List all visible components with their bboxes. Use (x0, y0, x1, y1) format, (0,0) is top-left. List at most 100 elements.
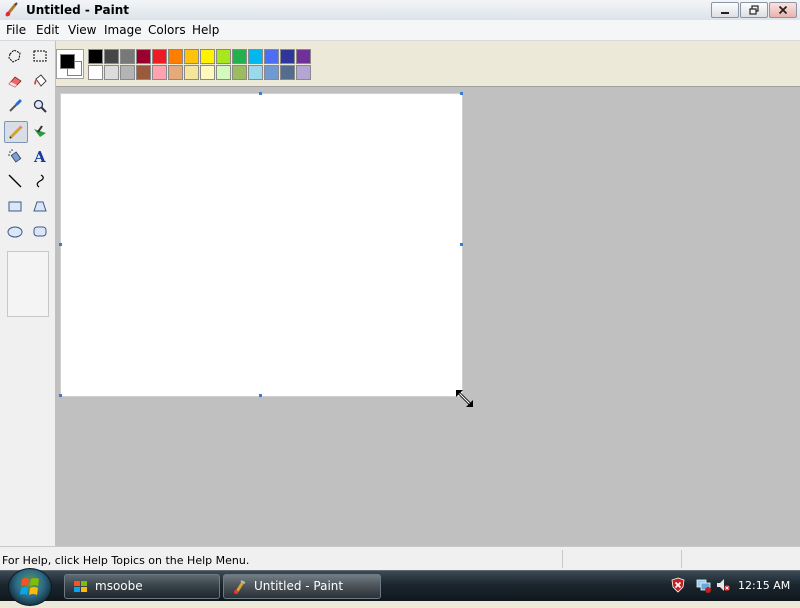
curve-icon (36, 174, 44, 188)
taskbar-item-paint[interactable]: Untitled - Paint (223, 574, 381, 599)
color-swatch[interactable] (264, 49, 279, 64)
color-swatch[interactable] (216, 65, 231, 80)
workspace (56, 86, 800, 547)
color-swatch[interactable] (168, 49, 183, 64)
color-swatch[interactable] (248, 49, 263, 64)
taskbar-item-label: Untitled - Paint (254, 579, 344, 593)
paint-app-icon (4, 2, 20, 18)
tool-ellipse[interactable] (4, 221, 26, 241)
color-swatch[interactable] (88, 65, 103, 80)
color-picker-icon (9, 99, 22, 112)
color-palette (56, 41, 316, 85)
clock[interactable]: 12:15 AM (738, 579, 790, 592)
tool-brush[interactable] (29, 121, 51, 141)
color-swatch[interactable] (248, 65, 263, 80)
menu-image[interactable]: Image (104, 23, 142, 37)
color-swatch[interactable] (104, 49, 119, 64)
canvas-handle-top (259, 92, 262, 95)
menu-bar: File Edit View Image Colors Help (0, 20, 800, 41)
eraser-icon (8, 76, 22, 88)
magnifier-icon (33, 99, 47, 113)
color-swatch[interactable] (136, 65, 151, 80)
color-swatch[interactable] (296, 65, 311, 80)
taskbar-item-msoobe[interactable]: msoobe (64, 574, 220, 599)
toolbox: A (0, 41, 56, 546)
free-form-select-icon (8, 49, 21, 63)
canvas-handle-bottom[interactable] (259, 394, 262, 397)
status-divider (562, 550, 563, 568)
airbrush-icon (8, 149, 22, 163)
color-swatch[interactable] (120, 65, 135, 80)
color-swatch[interactable] (296, 49, 311, 64)
minimize-button[interactable] (711, 2, 739, 18)
tool-fill[interactable] (29, 71, 51, 91)
color-swatch[interactable] (232, 49, 247, 64)
window-title: Untitled - Paint (26, 3, 130, 17)
color-swatch[interactable] (88, 49, 103, 64)
color-swatch[interactable] (264, 65, 279, 80)
canvas-handle-bottom-left (59, 394, 62, 397)
taskbar-item-label: msoobe (95, 579, 143, 593)
status-help-text: For Help, click Help Topics on the Help … (2, 554, 250, 567)
system-tray: 12:15 AM (664, 571, 800, 601)
tool-options-panel[interactable] (7, 251, 49, 317)
windows-icon (73, 579, 89, 595)
color-swatch[interactable] (200, 49, 215, 64)
status-bar: For Help, click Help Topics on the Help … (0, 546, 800, 571)
tool-eraser[interactable] (4, 71, 26, 91)
color-swatch[interactable] (184, 49, 199, 64)
canvas-handle-left (59, 243, 62, 246)
menu-help[interactable]: Help (192, 23, 219, 37)
volume-muted-icon[interactable] (715, 577, 731, 593)
color-swatch[interactable] (104, 65, 119, 80)
drawing-canvas[interactable] (60, 93, 463, 397)
line-icon (8, 174, 22, 188)
color-swatch[interactable] (152, 49, 167, 64)
rectangle-icon (8, 201, 22, 212)
tool-rounded-rectangle[interactable] (29, 221, 51, 241)
color-swatch[interactable] (136, 49, 151, 64)
security-alert-icon[interactable] (670, 577, 686, 593)
color-swatch[interactable] (184, 65, 199, 80)
canvas-handle-right[interactable] (460, 243, 463, 246)
tool-pencil[interactable] (4, 121, 28, 143)
select-icon (33, 50, 47, 62)
tool-free-form-select[interactable] (4, 46, 26, 66)
status-divider (681, 550, 682, 568)
color-swatch[interactable] (216, 49, 231, 64)
network-icon[interactable] (696, 577, 712, 593)
taskbar: msoobe Untitled - Paint 12:15 AM (0, 568, 800, 606)
tool-line[interactable] (4, 171, 26, 191)
menu-edit[interactable]: Edit (36, 23, 59, 37)
rounded-rectangle-icon (33, 226, 47, 237)
color-swatch[interactable] (232, 65, 247, 80)
color-swatch[interactable] (168, 65, 183, 80)
tool-curve[interactable] (29, 171, 51, 191)
color-swatch[interactable] (120, 49, 135, 64)
tool-polygon[interactable] (29, 196, 51, 216)
color-swatch[interactable] (280, 65, 295, 80)
close-button[interactable] (769, 2, 797, 18)
close-icon (778, 5, 788, 15)
svg-text:A: A (33, 148, 46, 164)
start-button[interactable] (8, 568, 52, 606)
tool-text[interactable]: A (29, 146, 51, 166)
tool-magnifier[interactable] (29, 96, 51, 116)
title-bar[interactable]: Untitled - Paint (0, 0, 800, 21)
tool-color-picker[interactable] (4, 96, 26, 116)
menu-colors[interactable]: Colors (148, 23, 186, 37)
text-icon: A (33, 148, 46, 164)
tool-rectangle[interactable] (4, 196, 26, 216)
menu-file[interactable]: File (6, 23, 26, 37)
color-swatch[interactable] (152, 65, 167, 80)
color-swatch[interactable] (280, 49, 295, 64)
maximize-button[interactable] (740, 2, 768, 18)
pencil-icon (9, 125, 23, 139)
restore-icon (749, 5, 759, 15)
current-colors[interactable] (56, 49, 84, 79)
menu-view[interactable]: View (68, 23, 96, 37)
tool-select[interactable] (29, 46, 51, 66)
tool-airbrush[interactable] (4, 146, 26, 166)
color-swatch[interactable] (200, 65, 215, 80)
foreground-color-swatch[interactable] (60, 54, 75, 69)
